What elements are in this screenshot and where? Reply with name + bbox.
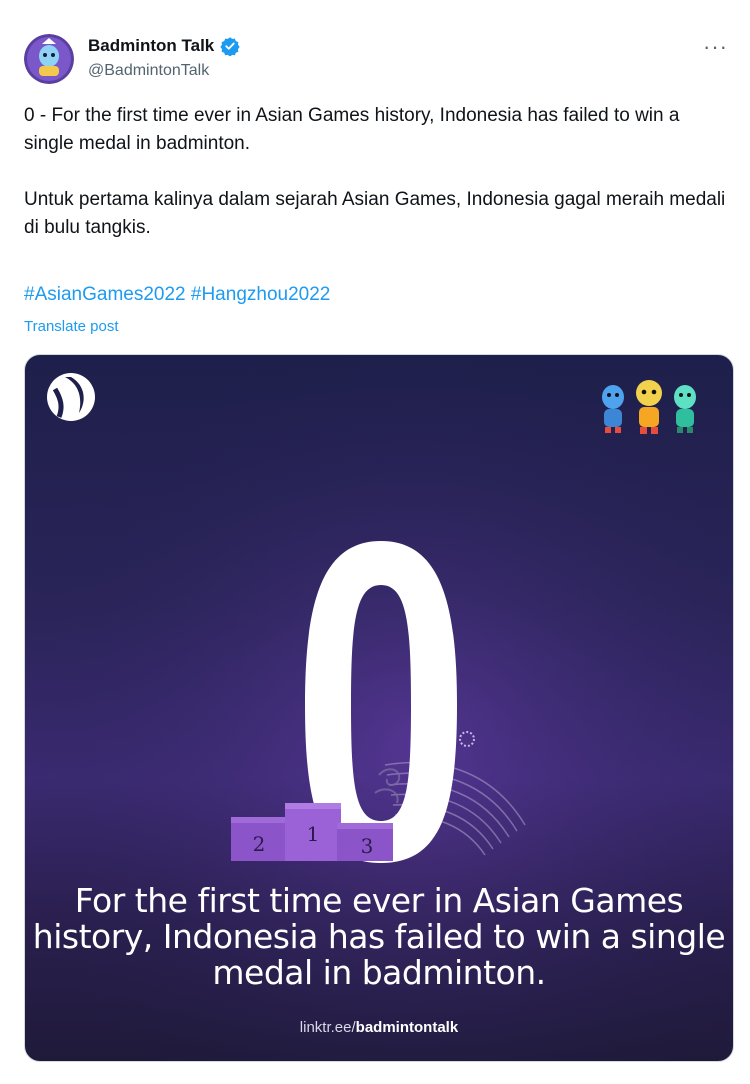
tweet-media-image[interactable]: 2 1 3 For the first time ever in Asian G… xyxy=(24,354,734,1062)
tweet-paragraph-1: 0 - For the first time ever in Asian Gam… xyxy=(24,105,680,154)
mascots-icon xyxy=(602,380,696,434)
brand-logo-icon xyxy=(47,373,95,421)
tweet-text: 0 - For the first time ever in Asian Gam… xyxy=(24,102,730,242)
author-handle[interactable]: @BadmintonTalk xyxy=(88,62,209,80)
podium-second-label: 2 xyxy=(253,832,266,856)
media-link-text: linktr.ee/badmintontalk xyxy=(25,1019,733,1036)
author-name[interactable]: Badminton Talk xyxy=(88,36,214,56)
caption-line: For the first time ever in Asian Games xyxy=(74,881,684,920)
hashtags: #AsianGames2022 #Hangzhou2022 xyxy=(24,284,330,306)
tweet-paragraph-2: Untuk pertama kalinya dalam sejarah Asia… xyxy=(24,189,726,238)
verified-badge-icon xyxy=(220,37,240,56)
link-prefix: linktr.ee/ xyxy=(299,1019,356,1036)
podium-third-label: 3 xyxy=(361,834,374,858)
link-suffix: badmintontalk xyxy=(355,1019,459,1036)
avatar[interactable] xyxy=(24,34,74,84)
avatar-image xyxy=(24,34,74,84)
hashtag-link[interactable]: #AsianGames2022 xyxy=(24,284,186,305)
author-name-row: Badminton Talk xyxy=(88,36,240,56)
podium-first-label: 1 xyxy=(307,822,320,846)
more-options-icon[interactable]: ··· xyxy=(703,34,728,60)
caption-line: history, Indonesia has failed to win a s… xyxy=(32,917,726,956)
translate-post-link[interactable]: Translate post xyxy=(24,318,119,335)
media-caption: For the first time ever in Asian Games h… xyxy=(25,883,733,991)
caption-line: medal in badminton. xyxy=(212,953,546,992)
hashtag-link[interactable]: #Hangzhou2022 xyxy=(191,284,330,305)
